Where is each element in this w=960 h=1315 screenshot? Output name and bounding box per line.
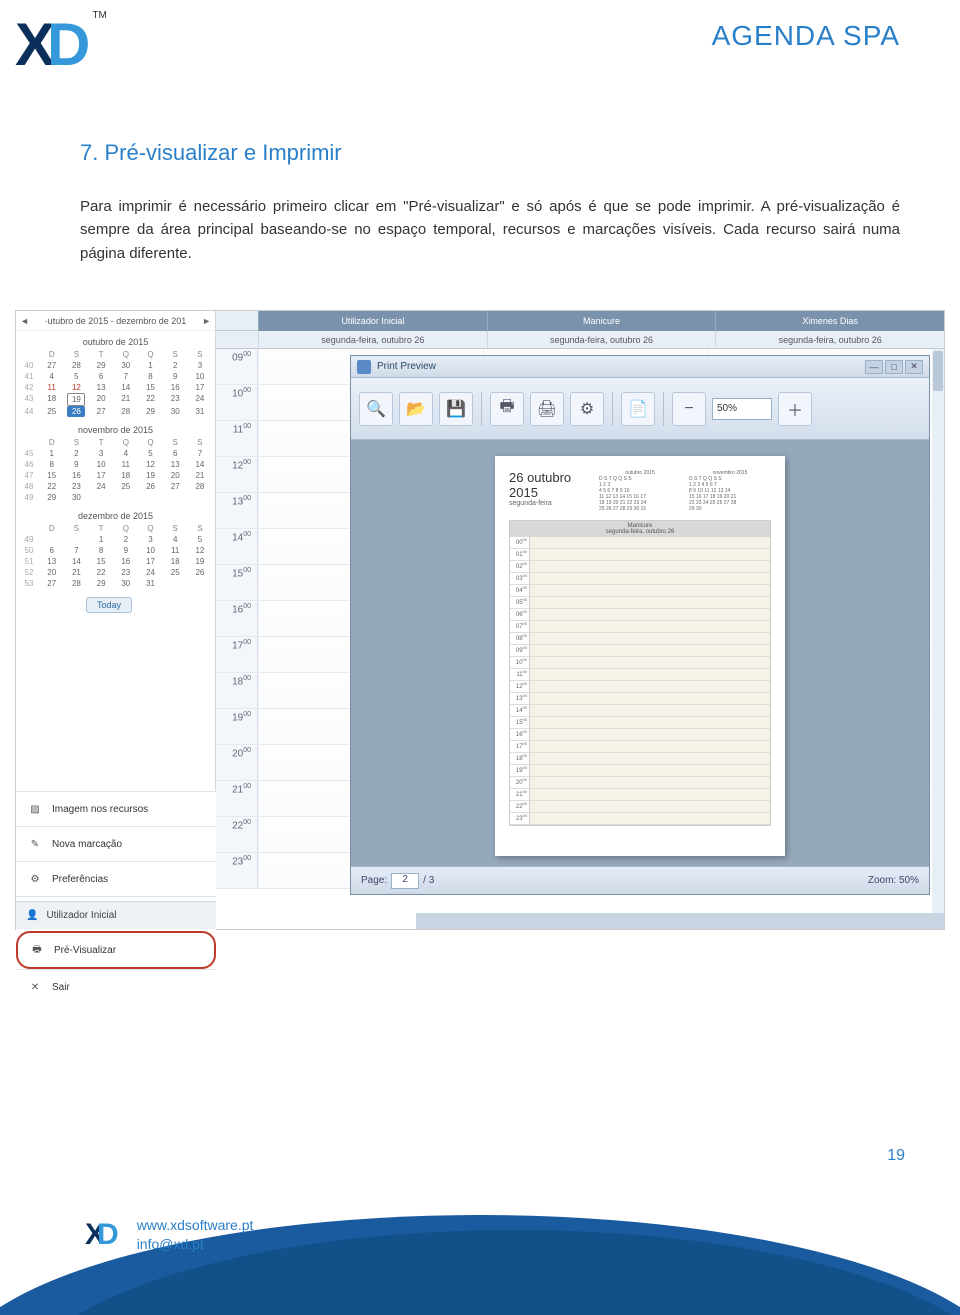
preview-statusbar: Page: 2 / 3 Zoom: 50% xyxy=(351,866,929,894)
zoom-value[interactable]: 50% xyxy=(712,398,772,420)
footer-wave xyxy=(0,1195,960,1315)
minimize-button[interactable]: — xyxy=(865,360,883,374)
mini-calendar-nov[interactable]: novembro de 2015 DSTQQSS 451234567 46891… xyxy=(16,419,215,505)
maximize-button[interactable]: □ xyxy=(885,360,903,374)
tb-print-icon[interactable]: 🖶 xyxy=(490,392,524,426)
preview-minical-nov: novembro 2015 D S T Q Q S S1 2 3 4 5 6 7… xyxy=(689,470,771,512)
preview-minical-oct: outubro 2015 D S T Q Q S S1 2 34 5 6 7 8… xyxy=(599,470,681,512)
exit-icon: ✕ xyxy=(26,978,44,996)
action-exit[interactable]: ✕Sair xyxy=(16,969,216,1004)
page-number: 19 xyxy=(887,1147,905,1165)
mini-calendar-oct[interactable]: outubro de 2015 DSTQQSS 4027282930123 41… xyxy=(16,331,215,419)
date-range-label: ·utubro de 2015 - dezembro de 201 xyxy=(45,316,187,326)
date-navigator: ◄ ·utubro de 2015 - dezembro de 201 ► ou… xyxy=(16,311,216,791)
resource-header: Utilizador Inicial Manicure Ximenes Dias xyxy=(216,311,944,331)
image-icon: ▨ xyxy=(26,800,44,818)
tb-search-icon[interactable]: 🔍 xyxy=(359,392,393,426)
vertical-scrollbar[interactable] xyxy=(932,349,944,913)
current-user-bar[interactable]: 👤 Utilizador Inicial xyxy=(16,901,216,929)
user-icon: 👤 xyxy=(26,910,38,921)
action-new-booking[interactable]: ✎Nova marcação xyxy=(16,826,216,861)
section-heading: 7. Pré-visualizar e Imprimir xyxy=(80,140,342,166)
tb-export-icon[interactable]: 📄 xyxy=(621,392,655,426)
tb-save-icon[interactable]: 💾 xyxy=(439,392,473,426)
preview-toolbar: 🔍 📂 💾 🖶 🖨 ⚙ 📄 − 50% ＋ xyxy=(351,378,929,440)
resource-col-2[interactable]: Ximenes Dias xyxy=(715,311,944,331)
sidebar-actions: ▨Imagem nos recursos ✎Nova marcação ⚙Pre… xyxy=(16,791,216,1004)
preview-titlebar[interactable]: Print Preview — □ ✕ xyxy=(351,356,929,378)
print-preview-window: Print Preview — □ ✕ 🔍 📂 💾 🖶 🖨 ⚙ 📄 − 50% … xyxy=(350,355,930,895)
action-images[interactable]: ▨Imagem nos recursos xyxy=(16,791,216,826)
page-title: AGENDA SPA xyxy=(712,20,900,52)
footer-url: www.xdsoftware.pt xyxy=(137,1216,254,1236)
nav-next-icon[interactable]: ► xyxy=(202,316,211,326)
nav-prev-icon[interactable]: ◄ xyxy=(20,316,29,326)
page-total: / 3 xyxy=(423,875,434,886)
tb-pagesetup-icon[interactable]: ⚙ xyxy=(570,392,604,426)
preview-canvas[interactable]: 26 outubro 2015 segunda-feira outubro 20… xyxy=(351,440,929,866)
pencil-icon: ✎ xyxy=(26,835,44,853)
preview-app-icon xyxy=(357,360,371,374)
footer-logo-block: XD www.xdsoftware.pt info@xd.pt xyxy=(85,1216,253,1255)
brand-logo: XDTM xyxy=(15,10,155,90)
tb-zoomout-icon[interactable]: − xyxy=(672,392,706,426)
printer-icon: 🖶 xyxy=(28,941,46,959)
resource-col-1[interactable]: Manicure xyxy=(487,311,716,331)
page-label: Page: xyxy=(361,875,387,886)
section-body: Para imprimir é necessário primeiro clic… xyxy=(80,195,900,265)
gear-icon: ⚙ xyxy=(26,870,44,888)
page-current[interactable]: 2 xyxy=(391,873,419,889)
action-preferences[interactable]: ⚙Preferências xyxy=(16,861,216,896)
tb-quickprint-icon[interactable]: 🖨 xyxy=(530,392,564,426)
action-print-preview[interactable]: 🖶Pré-Visualizar xyxy=(16,931,216,969)
resource-col-0[interactable]: Utilizador Inicial xyxy=(258,311,487,331)
zoom-status: Zoom: 50% xyxy=(868,875,919,886)
today-button[interactable]: Today xyxy=(86,597,132,613)
preview-page: 26 outubro 2015 segunda-feira outubro 20… xyxy=(495,456,785,856)
tb-open-icon[interactable]: 📂 xyxy=(399,392,433,426)
footer-email: info@xd.pt xyxy=(137,1235,254,1255)
status-strip xyxy=(416,913,944,929)
tb-zoomin-icon[interactable]: ＋ xyxy=(778,392,812,426)
preview-body: Manicuresegunda-feira, outubro 26 000001… xyxy=(509,520,771,826)
close-button[interactable]: ✕ xyxy=(905,360,923,374)
mini-calendar-dec[interactable]: dezembro de 2015 DSTQQSS 4912345 5067891… xyxy=(16,505,215,591)
preview-title-text: Print Preview xyxy=(377,361,436,372)
